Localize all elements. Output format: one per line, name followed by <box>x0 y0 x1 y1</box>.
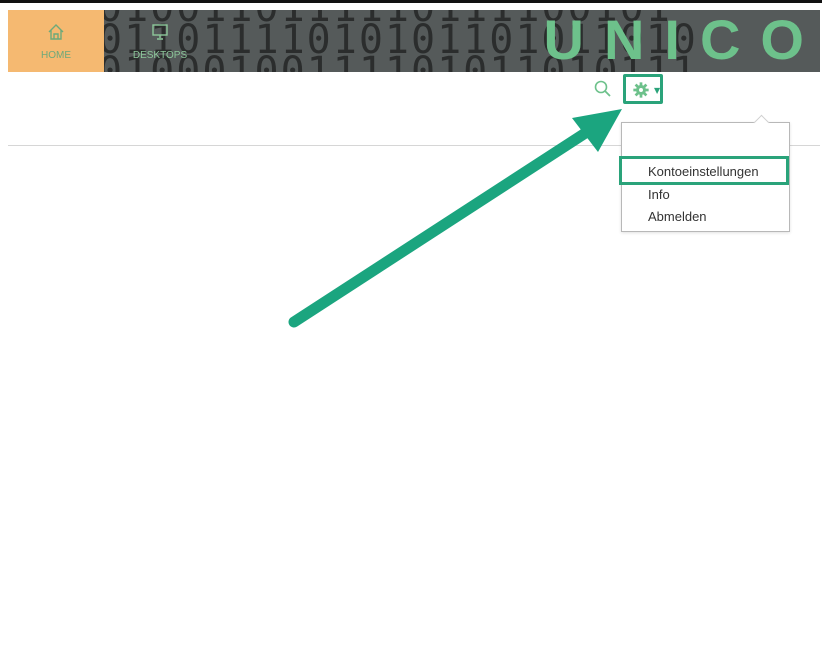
annotation-arrow <box>288 109 622 328</box>
brand-logo: UNICO <box>543 10 820 71</box>
nav-desktops[interactable]: DESKTOPS <box>112 10 208 72</box>
nav-desktops-label: DESKTOPS <box>132 50 188 61</box>
menu-item-info[interactable]: Info <box>622 185 789 205</box>
dropdown-notch <box>753 114 770 131</box>
chevron-down-icon: ▼ <box>654 86 661 95</box>
home-icon <box>48 24 64 40</box>
search-button[interactable] <box>593 79 613 99</box>
settings-dropdown-menu: Kontoeinstellungen Info Abmelden <box>621 114 790 232</box>
settings-button[interactable]: ▼ <box>623 74 663 104</box>
search-icon <box>594 80 611 97</box>
header-banner: 0100110111110111100101 01101111010101101… <box>8 10 820 72</box>
nav-home-label: HOME <box>41 50 71 61</box>
monitor-icon <box>152 24 168 40</box>
nav-home[interactable]: HOME <box>8 10 104 72</box>
gear-icon <box>633 82 649 98</box>
menu-item-account-settings[interactable]: Kontoeinstellungen <box>622 162 789 182</box>
top-border <box>0 0 822 3</box>
menu-item-logout[interactable]: Abmelden <box>622 207 789 227</box>
